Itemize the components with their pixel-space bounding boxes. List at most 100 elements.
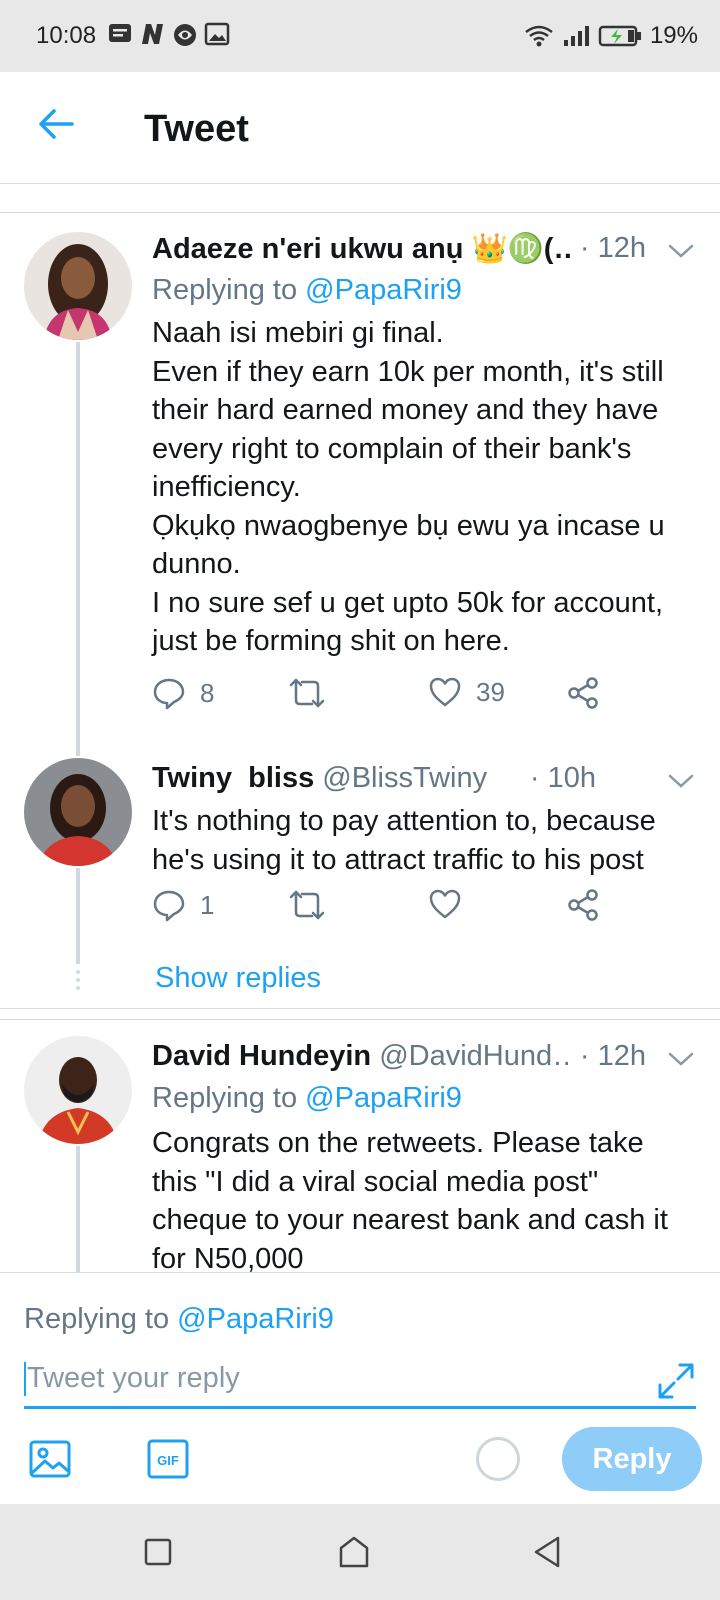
status-icons-left (108, 22, 230, 48)
retweet-button[interactable] (288, 888, 326, 922)
tweet-text-line: every right to complain of their bank's (152, 432, 632, 465)
comment-icon (153, 678, 185, 710)
tweet-text: Congrats on the retweets. Please take th… (152, 1124, 690, 1272)
reply-composer: Replying to @PapaRiri9 Tweet your reply … (0, 1272, 720, 1504)
tweet-text-line: Congrats on the retweets. Please take (152, 1127, 644, 1159)
reply-button[interactable]: 8 (152, 676, 214, 710)
text-cursor (24, 1361, 26, 1396)
comment-icon (153, 890, 185, 922)
tweet-actions: 8 39 (152, 676, 622, 716)
back-triangle-icon[interactable] (528, 1532, 568, 1572)
recents-square-icon[interactable] (138, 1532, 178, 1572)
status-time: 10:08 (36, 22, 97, 49)
replies-feed[interactable]: Adaeze n'eri ukwu anụ 👑♍(… · 12h Replyin… (0, 214, 720, 1272)
avatar[interactable] (24, 758, 132, 866)
mention-link[interactable]: @PapaRiri9 (305, 274, 462, 306)
display-name[interactable]: Adaeze n'eri ukwu anụ (152, 233, 463, 265)
thread-dots (76, 970, 80, 1000)
tweet-text-line: he's using it to attract traffic to his … (152, 843, 644, 876)
tweet-timestamp[interactable]: · 12h (571, 1040, 646, 1073)
share-button[interactable] (566, 888, 600, 922)
display-name[interactable]: David Hundeyin (152, 1040, 371, 1072)
wifi-icon (525, 25, 553, 47)
like-button[interactable]: 39 (428, 676, 505, 708)
tweet-text-line: dunno. (152, 548, 241, 580)
tweet-text-line: cheque to your nearest bank and cash it (152, 1204, 668, 1236)
image-icon[interactable] (28, 1437, 72, 1481)
user-handle[interactable]: @DavidHund… (371, 1040, 581, 1072)
notification-icon (109, 24, 131, 42)
reply-placeholder: Tweet your reply (27, 1362, 240, 1394)
tweet-text-line: for N50,000 (152, 1242, 304, 1273)
heart-icon (429, 889, 461, 919)
expand-icon[interactable] (656, 1361, 696, 1401)
tweet-text-line: this "I did a viral social media post" (152, 1165, 599, 1198)
thread-line (76, 342, 80, 756)
character-counter (476, 1437, 520, 1481)
reply-submit-button[interactable]: Reply (562, 1427, 702, 1491)
like-button[interactable] (428, 888, 462, 920)
mention-link[interactable]: @PapaRiri9 (305, 1082, 462, 1114)
chevron-down-icon[interactable] (664, 764, 698, 798)
reply-count: 1 (200, 889, 215, 920)
reply-tweet[interactable]: Adaeze n'eri ukwu anụ 👑♍(… · 12h Replyin… (0, 214, 720, 756)
avatar[interactable] (24, 1036, 132, 1144)
retweet-icon (289, 678, 325, 708)
show-replies-link[interactable]: Show replies (155, 962, 321, 995)
share-icon (568, 889, 598, 921)
gif-icon[interactable]: GIF (146, 1437, 190, 1481)
app-header: Tweet (0, 72, 720, 184)
tweet-text-line: just be forming shit on here. (152, 625, 510, 657)
home-icon[interactable] (334, 1532, 374, 1572)
reply-tweet[interactable]: David Hundeyin @DavidHund… · 12h Replyin… (0, 1022, 720, 1272)
heart-icon (429, 677, 461, 707)
tweet-timestamp[interactable]: · 12h (571, 232, 646, 265)
display-name[interactable]: Twiny bliss (152, 762, 314, 794)
status-icons-right: 19% (524, 22, 698, 50)
reply-tweet[interactable]: Twiny bliss @BlissTwiny · 10h It's nothi… (0, 744, 720, 1008)
replying-to: Replying to @PapaRiri9 (152, 274, 462, 307)
signal-icon (563, 26, 589, 46)
tweet-text-line: inefficiency. (152, 471, 301, 503)
battery-percentage: 19% (649, 22, 698, 49)
replying-to: Replying to @PapaRiri9 (152, 1082, 462, 1115)
tweet-header: Twiny bliss @BlissTwiny (152, 762, 700, 802)
tweet-text-line: Ọkụkọ nwaogbenye bụ ewu ya incase u (152, 509, 665, 542)
tweet-text-line: It's nothing to pay attention to, becaus… (152, 805, 656, 837)
tweet-text-line: I no sure sef u get upto 50k for account… (152, 586, 664, 619)
section-divider (0, 184, 720, 213)
composer-replying-to: Replying to @PapaRiri9 (24, 1303, 334, 1336)
reply-button[interactable]: 1 (152, 888, 214, 922)
chevron-down-icon[interactable] (664, 234, 698, 268)
tweet-text-line: Even if they earn 10k per month, it's st… (152, 355, 664, 388)
display-name-emoji: 👑♍(… (463, 233, 583, 265)
retweet-icon (289, 890, 325, 920)
thread-line (76, 1146, 80, 1272)
avatar[interactable] (24, 232, 132, 340)
chevron-down-icon[interactable] (664, 1042, 698, 1076)
thread-line (76, 868, 80, 964)
reply-count: 8 (200, 677, 215, 708)
tweet-text: Naah isi mebiri gi final. Even if they e… (152, 314, 690, 661)
page-title: Tweet (144, 108, 249, 150)
status-bar: 10:08 19% (0, 0, 720, 72)
user-handle[interactable]: @BlissTwiny (314, 762, 487, 794)
n-app-icon (142, 24, 163, 44)
mention-link[interactable]: @PapaRiri9 (177, 1303, 334, 1335)
gallery-icon (204, 22, 230, 46)
share-button[interactable] (566, 676, 600, 710)
composer-toolbar: GIF Reply (0, 1425, 720, 1493)
tweet-actions: 1 (152, 888, 622, 928)
tweet-text-line: Naah isi mebiri gi final. (152, 317, 444, 349)
tweet-text: It's nothing to pay attention to, becaus… (152, 802, 690, 879)
retweet-button[interactable] (288, 676, 326, 710)
reply-input[interactable]: Tweet your reply (24, 1351, 696, 1409)
back-button[interactable] (32, 100, 80, 148)
arrow-left-icon (39, 109, 74, 139)
like-count: 39 (476, 676, 505, 707)
tweet-timestamp[interactable]: · 10h (521, 762, 596, 795)
gif-label: GIF (157, 1453, 179, 1468)
tweet-text-line: their hard earned money and they have (152, 394, 659, 426)
replying-prefix: Replying to (24, 1303, 178, 1335)
system-nav-bar (0, 1504, 720, 1600)
